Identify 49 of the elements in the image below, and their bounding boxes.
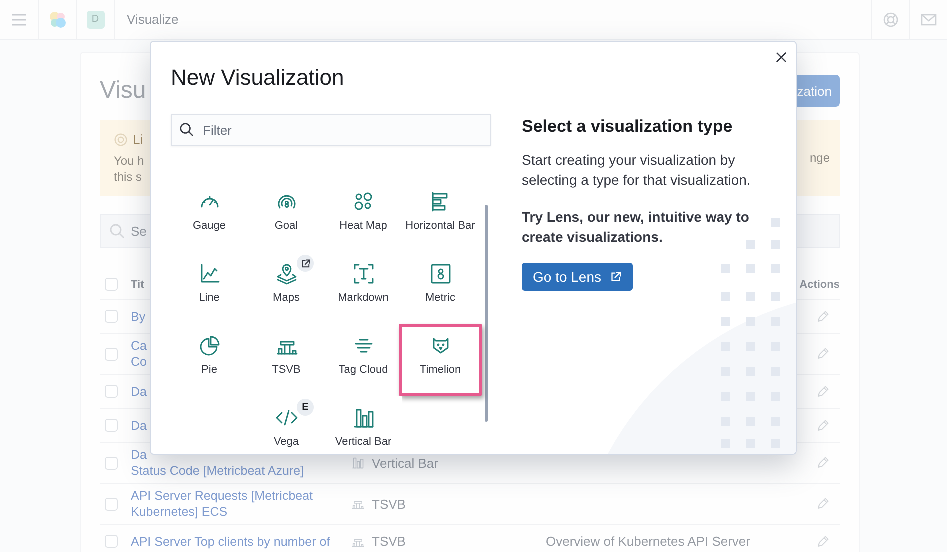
filter-field[interactable]: Filter: [171, 114, 491, 146]
search-icon: [179, 122, 194, 137]
visualization-type-card[interactable]: Timelion: [399, 324, 482, 396]
type-label: TSVB: [372, 496, 406, 512]
type-label: TSVB: [372, 534, 406, 549]
checkbox[interactable]: [105, 348, 118, 360]
edit-icon[interactable]: [816, 497, 830, 511]
go-to-lens-button[interactable]: Go to Lens: [522, 263, 632, 291]
checkbox[interactable]: [105, 456, 118, 470]
edit-icon[interactable]: [816, 384, 830, 398]
visualization-type-card[interactable]: Vega E: [248, 396, 325, 454]
page-title: Visu: [100, 77, 146, 105]
edit-icon[interactable]: [816, 347, 830, 361]
search-icon: [109, 223, 125, 239]
maps-icon: [274, 262, 298, 286]
edit-icon[interactable]: [816, 310, 830, 324]
scrollbar[interactable]: [485, 205, 488, 422]
promo-text: Try Lens, our new, intuitive way to create visualizations.: [522, 208, 750, 247]
checkbox[interactable]: [105, 278, 118, 291]
mail-icon[interactable]: [920, 14, 936, 26]
badge: E: [297, 399, 314, 416]
callout-text: You h this s: [114, 153, 144, 185]
menu-icon[interactable]: [11, 12, 27, 26]
section-heading: Select a visualization type: [522, 117, 734, 137]
description-text: Overview of Kubernetes API Server: [546, 534, 752, 549]
vertical-bar-icon: [351, 456, 365, 470]
checkbox[interactable]: [105, 498, 118, 510]
pie-icon: [198, 334, 222, 358]
checkbox[interactable]: [105, 385, 118, 398]
modal-title: New Visualization: [171, 64, 346, 92]
column-header: Actions: [800, 278, 840, 290]
checkbox[interactable]: [105, 310, 118, 323]
edit-icon[interactable]: [816, 534, 830, 548]
metric-icon: [428, 262, 452, 286]
page-breadcrumb: Visualize: [126, 12, 180, 27]
external-link-icon: [610, 271, 622, 283]
column-header: Tit: [131, 278, 146, 290]
description-text: Start creating your visualization by selecting a type for that visualization.: [522, 151, 752, 190]
type-label: Vertical Bar: [372, 456, 438, 470]
logo-icon[interactable]: [48, 10, 68, 30]
callout-text: nge: [810, 151, 830, 165]
callout-title: Li: [133, 132, 144, 147]
checkbox[interactable]: [105, 535, 118, 548]
markdown-icon: [352, 262, 376, 286]
edit-icon[interactable]: [816, 456, 830, 470]
checkbox[interactable]: [105, 419, 118, 432]
search-placeholder: Se: [131, 224, 147, 238]
edit-icon[interactable]: [816, 418, 830, 432]
external-link-icon: [300, 258, 310, 268]
